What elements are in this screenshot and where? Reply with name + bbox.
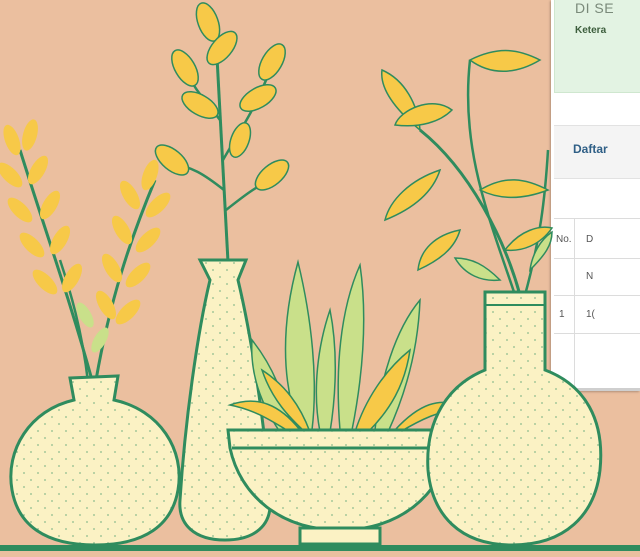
ground-line: [0, 545, 640, 551]
round-vase: [9, 374, 181, 547]
wheat-plant: [0, 119, 171, 383]
ground-base: [0, 551, 640, 557]
leafy-plant: [381, 49, 554, 296]
plants-illustration: [0, 2, 640, 557]
grass-plant: [227, 259, 468, 433]
branch-plant: [154, 2, 290, 263]
bottle-vase: [426, 290, 603, 547]
